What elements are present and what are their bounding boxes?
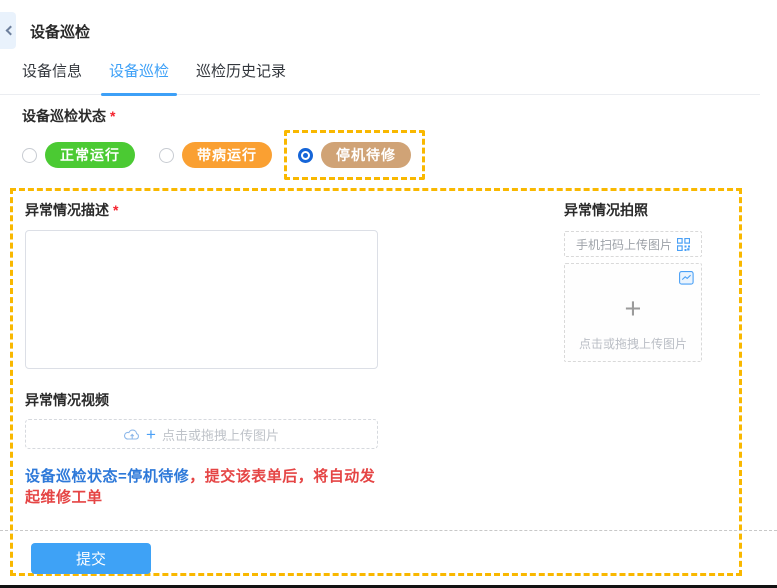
video-upload-hint: 点击或拖拽上传图片 [161,427,279,443]
status-radio-group: 正常运行 带病运行 停机待修 [22,130,425,180]
chevron-left-icon [5,25,15,36]
cloud-upload-icon [124,429,139,440]
photo-upload-hint: 点击或拖拽上传图片 [578,337,687,351]
back-button[interactable] [0,12,16,49]
status-field-label: 设备巡检状态 * [22,108,116,124]
tab-device-info[interactable]: 设备信息 [22,60,82,94]
description-textarea[interactable] [25,230,378,369]
required-mark: * [110,108,116,124]
plus-icon: + [624,293,642,325]
photo-upload-dropzone[interactable]: + 点击或拖拽上传图片 [564,263,702,362]
video-upload-dropzone[interactable]: + 点击或拖拽上传图片 [25,419,378,449]
radio-checked-icon[interactable] [298,147,313,163]
description-field-label: 异常情况描述 * [25,202,119,218]
status-badge-normal[interactable]: 正常运行 [45,142,135,168]
radio-option-stopped-repair[interactable]: 停机待修 [298,142,411,168]
image-icon[interactable] [679,271,694,285]
radio-option-normal[interactable]: 正常运行 [22,142,135,168]
qr-button-label: 手机扫码上传图片 [575,237,672,252]
notice-condition-text: 设备巡检状态=停机待修 [25,468,190,485]
tab-bar: 设备信息 设备巡检 巡检历史记录 [0,60,760,96]
radio-unchecked-icon[interactable] [159,147,174,163]
footer-divider [0,530,777,531]
plus-icon: + [146,424,156,444]
qr-scan-upload-button[interactable]: 手机扫码上传图片 [564,231,702,257]
radio-option-faulty-running[interactable]: 带病运行 [159,142,272,168]
radio-unchecked-icon[interactable] [22,147,37,163]
abnormal-right-column: 异常情况拍照 手机扫码上传图片 + 点击或拖拽上传图片 [564,200,702,507]
required-mark: * [113,202,119,218]
status-badge-stopped[interactable]: 停机待修 [321,142,411,168]
status-badge-faulty[interactable]: 带病运行 [182,142,272,168]
page-title: 设备巡检 [30,24,91,41]
highlight-box-selected-option: 停机待修 [284,130,425,180]
tab-inspection-history[interactable]: 巡检历史记录 [196,60,286,94]
video-field-label: 异常情况视频 [25,392,109,408]
highlight-box-abnormal-section: 异常情况描述 * 异常情况视频 + 点击或拖拽上传图片 设备巡检状态=停机待修，提… [10,188,742,576]
qr-code-icon [677,237,690,251]
submit-button[interactable]: 提交 [31,543,151,574]
auto-workorder-notice: 设备巡检状态=停机待修，提交该表单后，将自动发起维修工单 [25,465,381,507]
abnormal-left-column: 异常情况描述 * 异常情况视频 + 点击或拖拽上传图片 设备巡检状态=停机待修，提… [25,200,381,507]
photo-field-label: 异常情况拍照 [564,202,648,218]
tab-device-inspection[interactable]: 设备巡检 [101,60,178,96]
